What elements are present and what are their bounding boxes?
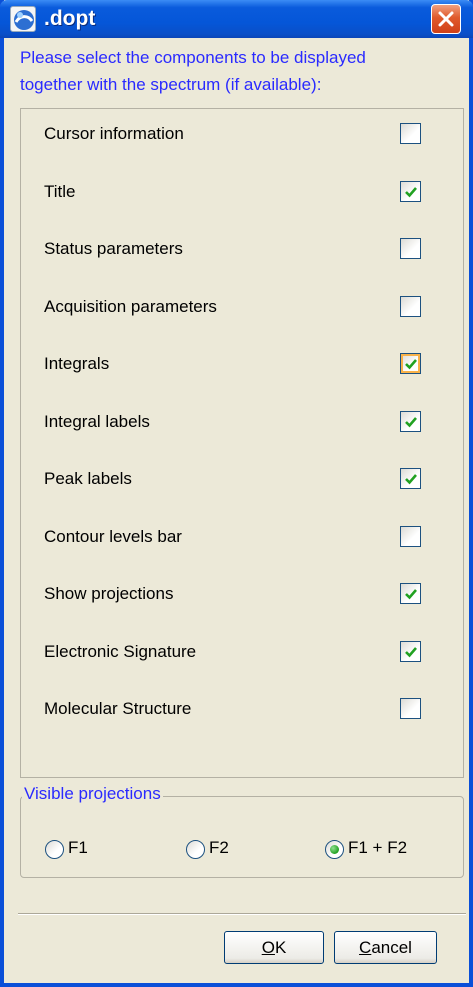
component-checkbox[interactable] [400, 410, 421, 432]
component-row[interactable]: Integrals [28, 343, 448, 383]
component-row[interactable]: Title [28, 171, 448, 211]
component-row[interactable]: Status parameters [28, 228, 448, 268]
component-row[interactable]: Cursor information [28, 113, 448, 153]
component-label: Status parameters [44, 239, 183, 258]
component-row[interactable]: Electronic Signature [28, 631, 448, 671]
check-icon [405, 359, 417, 370]
intro-line-1: Please select the components to be displ… [20, 48, 366, 67]
component-row[interactable]: Acquisition parameters [28, 286, 448, 326]
radio-f1[interactable] [45, 840, 64, 859]
component-label: Electronic Signature [44, 641, 197, 661]
component-row[interactable]: Peak labels [28, 458, 448, 498]
ok-button[interactable]: OK [224, 931, 324, 964]
app-logo-icon [10, 6, 36, 32]
radio-f2[interactable] [186, 840, 205, 859]
component-label: Show projections [44, 584, 174, 603]
component-checkbox[interactable] [400, 353, 421, 374]
component-label: Cursor information [44, 124, 184, 143]
close-icon [438, 11, 454, 27]
ok-mnemonic: O [261, 938, 275, 957]
cancel-button[interactable]: Cancel [334, 931, 437, 964]
projections-group [20, 796, 464, 878]
check-icon [405, 186, 417, 197]
component-row[interactable]: Integral labels [28, 401, 448, 441]
radio-f1-plus-f2[interactable] [325, 840, 344, 859]
check-icon [405, 589, 417, 600]
ok-label-rest: K [274, 938, 287, 957]
intro-line-2: together with the spectrum (if available… [20, 75, 322, 94]
component-row[interactable]: Molecular Structure [28, 688, 448, 728]
radio-f1-label[interactable]: F1 [68, 838, 88, 858]
cancel-mnemonic: C [359, 938, 372, 957]
component-checkbox[interactable] [400, 238, 421, 259]
dialog-window: .dopt Please select the components to be… [0, 0, 473, 987]
component-checkbox[interactable] [400, 640, 421, 662]
component-label: Peak labels [44, 469, 132, 488]
intro-text: Please select the components to be displ… [20, 44, 472, 98]
check-icon [405, 416, 417, 427]
title-bar[interactable]: .dopt [0, 0, 473, 38]
component-label: Title [44, 181, 76, 201]
component-row[interactable]: Show projections [28, 573, 448, 613]
component-row[interactable]: Contour levels bar [28, 516, 448, 556]
component-label: Integrals [44, 354, 110, 373]
close-button[interactable] [431, 4, 461, 34]
radio-f1-plus-f2-label[interactable]: F1 + F2 [348, 838, 407, 858]
radio-selected-dot [330, 845, 339, 854]
check-icon [405, 474, 417, 485]
separator [18, 913, 466, 915]
component-checkbox[interactable] [400, 123, 421, 144]
component-label: Contour levels bar [44, 526, 182, 546]
component-checkbox[interactable] [400, 525, 421, 547]
component-checkbox[interactable] [400, 698, 421, 719]
component-label: Integral labels [44, 411, 150, 431]
component-checkbox[interactable] [400, 468, 421, 489]
component-checkbox[interactable] [400, 583, 421, 604]
component-label: Acquisition parameters [44, 296, 217, 316]
component-label: Molecular Structure [44, 699, 192, 718]
component-checkbox[interactable] [400, 180, 421, 202]
projections-legend: Visible projections [22, 784, 163, 804]
check-icon [405, 646, 417, 657]
component-checkbox[interactable] [400, 295, 421, 317]
radio-f2-label[interactable]: F2 [209, 838, 229, 858]
cancel-label-rest: ancel [371, 938, 412, 957]
window-title: .dopt [44, 7, 96, 30]
